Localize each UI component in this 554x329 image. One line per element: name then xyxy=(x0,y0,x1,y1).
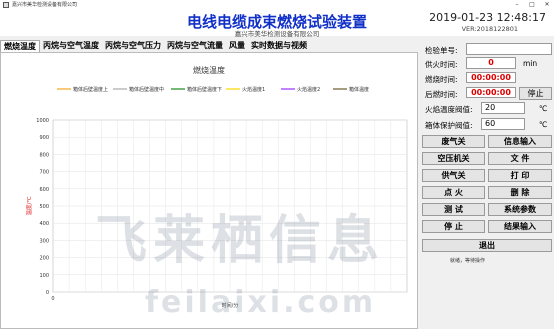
supply-time-input[interactable]: 0 xyxy=(466,57,516,69)
x-tick-label-0: 0 xyxy=(51,296,54,302)
maximize-icon[interactable]: □ xyxy=(525,0,539,9)
x-axis-label: 时间/分 xyxy=(222,302,239,309)
after-burn-time-label: 后燃时间: xyxy=(425,90,458,99)
legend-label-3: 火焰温度1 xyxy=(242,86,265,93)
window-title: 嘉兴市美华检测设备有限公司 xyxy=(12,2,78,8)
after-burn-time-display: 00:00:00 xyxy=(466,87,516,98)
stop-button[interactable]: 停 止 xyxy=(422,220,485,233)
app-header: 电线电缆成束燃烧试验装置 嘉兴市美华检测设备有限公司 2019-01-23 12… xyxy=(0,9,554,38)
sample-no-input[interactable] xyxy=(466,43,552,55)
y-tick-label-2: 200 xyxy=(39,256,49,262)
exit-button[interactable]: 退出 xyxy=(422,239,552,252)
y-tick-label-0: 0 xyxy=(46,290,49,296)
y-tick-label-1: 100 xyxy=(39,273,49,279)
y-tick-label-8: 800 xyxy=(39,152,49,158)
file-button[interactable]: 文 件 xyxy=(488,152,552,165)
y-tick-label-4: 400 xyxy=(39,221,49,227)
flame-threshold-label: 火焰温度阀值: xyxy=(425,105,473,114)
legend-label-2: 箱体后壁温度下 xyxy=(187,86,222,93)
exhaust-off-button[interactable]: 废气关 xyxy=(422,135,485,148)
tab-realtime-video[interactable]: 实时数据与视频 xyxy=(248,40,310,52)
chart-panel: 燃烧温度箱体后壁温度上 箱体后壁温度中 箱体后壁温度下 火焰温度1 火焰温度2 箱体温度 0… xyxy=(0,52,418,329)
version-label: VER:2018122801 xyxy=(461,25,518,33)
info-input-button[interactable]: 信息输入 xyxy=(488,135,552,148)
flame-threshold-input[interactable]: 20 xyxy=(481,102,525,114)
temperature-chart: 燃烧温度箱体后壁温度上 箱体后壁温度中 箱体后壁温度下 火焰温度1 火焰温度2 箱体温度 0… xyxy=(25,65,408,309)
supply-time-label: 供火时间: xyxy=(425,60,458,69)
print-button[interactable]: 打 印 xyxy=(488,169,552,182)
tab-propane-air-temperature[interactable]: 丙烷与空气温度 xyxy=(40,40,102,52)
legend-label-1: 箱体后壁温度中 xyxy=(129,86,164,93)
result-input-button[interactable]: 结果输入 xyxy=(488,220,552,233)
system-params-button[interactable]: 系统参数 xyxy=(488,203,552,216)
test-button[interactable]: 测 试 xyxy=(422,203,485,216)
delete-button[interactable]: 删 除 xyxy=(488,186,552,199)
minimize-icon[interactable]: – xyxy=(510,0,524,9)
tab-propane-air-flow[interactable]: 丙烷与空气流量 xyxy=(164,40,226,52)
y-tick-label-10: 1000 xyxy=(36,118,49,124)
supply-time-unit: min xyxy=(523,59,538,68)
flame-threshold-unit: ℃ xyxy=(539,104,548,113)
y-tick-label-5: 500 xyxy=(39,204,49,210)
y-tick-label-6: 600 xyxy=(39,187,49,193)
status-hint: 就绪，等待操作 xyxy=(450,258,486,264)
air-compressor-off-button[interactable]: 空压机关 xyxy=(422,152,485,165)
y-tick-label-7: 700 xyxy=(39,170,49,176)
tab-burn-temperature[interactable]: 燃烧温度 xyxy=(0,40,40,52)
window-titlebar: 嘉兴市美华检测设备有限公司 – □ ✕ xyxy=(0,0,554,9)
y-tick-label-9: 900 xyxy=(39,135,49,141)
burn-time-label: 燃烧时间: xyxy=(425,75,458,84)
burn-time-display: 00:00:00 xyxy=(466,72,516,83)
box-threshold-label: 箱体保护阀值: xyxy=(425,121,473,130)
y-axis-label: 温度/℃ xyxy=(25,196,33,215)
tab-propane-air-pressure[interactable]: 丙烷与空气压力 xyxy=(102,40,164,52)
chart-title: 燃烧温度 xyxy=(193,65,225,75)
tab-bar: 燃烧温度 丙烷与空气温度 丙烷与空气压力 丙烷与空气流量 风量 实时数据与视频 xyxy=(0,40,310,52)
legend-label-0: 箱体后壁温度上 xyxy=(73,86,108,93)
legend-label-5: 箱体温度 xyxy=(349,86,369,93)
datetime-display: 2019-01-23 12:48:17 xyxy=(429,11,546,24)
control-panel: 检验单号: 供火时间: 0 min 燃烧时间: 00:00:00 后燃时间: 0… xyxy=(420,40,554,329)
stop-after-burn-button[interactable]: 停止 xyxy=(519,87,552,100)
sample-no-label: 检验单号: xyxy=(425,46,458,55)
ignite-button[interactable]: 点 火 xyxy=(422,186,485,199)
tab-air-volume[interactable]: 风量 xyxy=(226,40,248,52)
legend-label-4: 火焰温度2 xyxy=(297,86,320,93)
app-icon xyxy=(3,1,9,8)
close-icon[interactable]: ✕ xyxy=(540,0,554,9)
box-threshold-input[interactable]: 60 xyxy=(481,118,525,130)
box-threshold-unit: ℃ xyxy=(539,120,548,129)
gas-off-button[interactable]: 供气关 xyxy=(422,169,485,182)
y-tick-label-3: 300 xyxy=(39,238,49,244)
